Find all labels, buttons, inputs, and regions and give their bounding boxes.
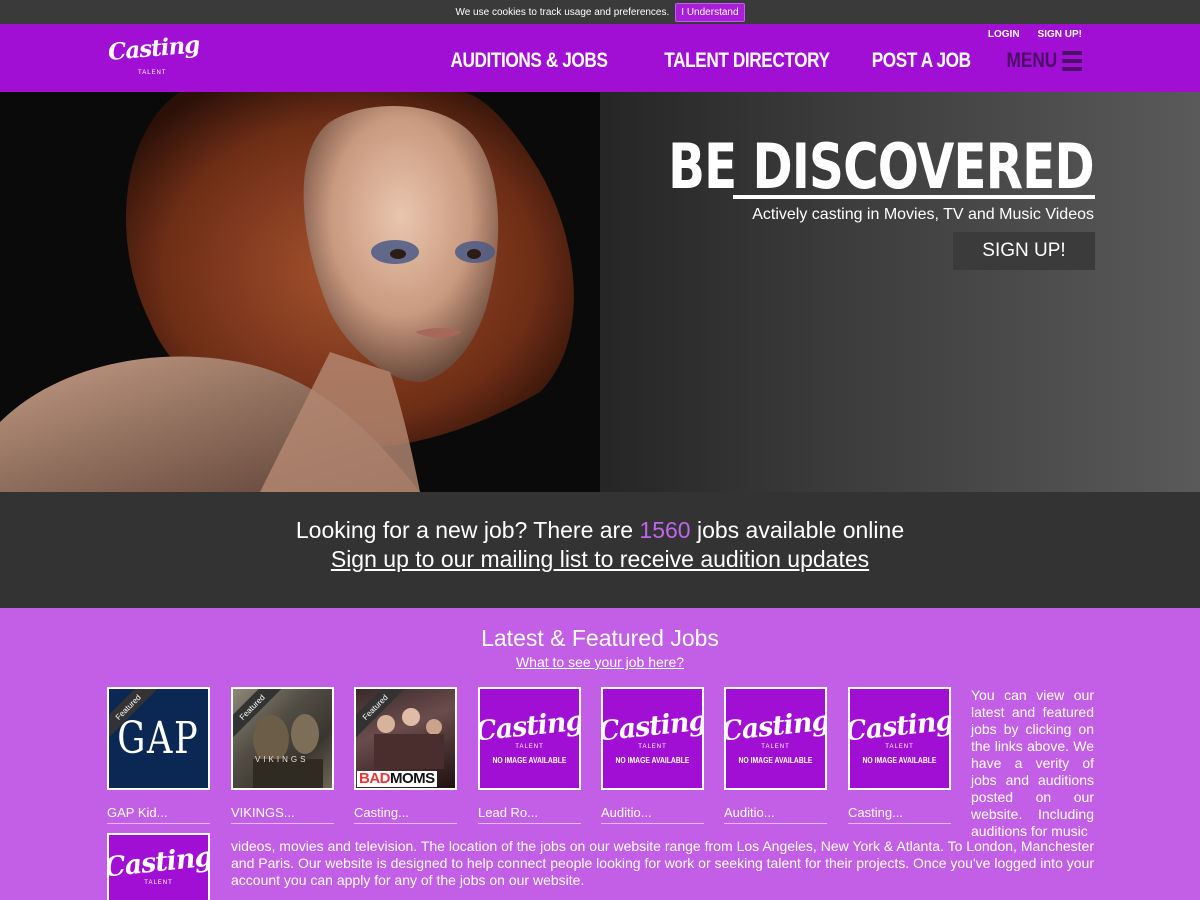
placeholder-logo-sub: TALENT — [885, 743, 914, 750]
placeholder-logo-sub: TALENT — [515, 743, 544, 750]
hero-title-underline — [733, 195, 1095, 199]
login-link[interactable]: LOGIN — [988, 29, 1020, 40]
placeholder-logo-script: Casting — [107, 841, 210, 884]
site-header: Casting TALENT LOGIN SIGN UP! AUDITIONS … — [0, 24, 1200, 92]
job-thumbnail-placeholder[interactable]: Casting TALENT NO IMAGE AVAILABLE — [478, 687, 581, 790]
job-thumbnail[interactable]: VIKINGS Featured — [231, 687, 334, 790]
main-nav: AUDITIONS & JOBS TALENT DIRECTORY POST A… — [416, 49, 1082, 73]
bad-moms-logo-part2: MOMS — [390, 769, 435, 787]
menu-label: MENU — [1006, 49, 1058, 72]
hero-subtitle: Actively casting in Movies, TV and Music… — [752, 206, 1094, 223]
job-card[interactable]: Casting TALENT NO IMAGE AVAILABLE Auditi… — [724, 687, 827, 824]
placeholder-logo-script: Casting — [724, 704, 827, 748]
mailing-list-link[interactable]: Sign up to our mailing list to receive a… — [331, 546, 869, 573]
hero-banner: BE DISCOVERED Actively casting in Movies… — [0, 92, 1200, 492]
job-card[interactable]: Casting TALENT NO IMAGE AVAILABLE Castin… — [848, 687, 951, 824]
job-count: 1560 — [639, 517, 691, 543]
job-caption[interactable]: Auditio... — [601, 805, 704, 824]
account-links: LOGIN SIGN UP! — [988, 29, 1082, 40]
job-caption[interactable]: Auditio... — [724, 805, 827, 824]
bad-moms-logo-part1: BAD — [359, 769, 391, 787]
job-caption[interactable]: Casting... — [848, 805, 951, 824]
jobs-available-text: Looking for a new job? There are 1560 jo… — [0, 517, 1200, 544]
job-card[interactable]: VIKINGS Featured VIKINGS... — [231, 687, 334, 824]
job-thumbnail-placeholder[interactable]: Casting TALENT NO IMAGE AVAILABLE — [724, 687, 827, 790]
job-card[interactable]: GAP Featured GAP Kid... — [107, 687, 210, 824]
jobs-available-prefix: Looking for a new job? There are — [295, 517, 640, 543]
bad-moms-logo: BADMOMS — [357, 769, 437, 787]
no-image-label: NO IMAGE AVAILABLE — [738, 755, 813, 765]
job-card[interactable]: Casting TALENT NO IMAGE AVAILABLE Auditi… — [601, 687, 704, 824]
jobs-section-title: Latest & Featured Jobs — [481, 625, 719, 651]
placeholder-logo-script: Casting — [478, 704, 581, 748]
casting-talent-logo[interactable]: Casting TALENT — [106, 31, 201, 80]
cookie-message: We use cookies to track usage and prefer… — [455, 6, 670, 18]
placeholder-logo-sub: TALENT — [144, 880, 173, 886]
jobs-description-side: You can view our latest and featured job… — [971, 687, 1094, 839]
placeholder-logo-sub: TALENT — [761, 743, 790, 750]
job-thumbnail[interactable]: BADMOMS Featured — [354, 687, 457, 790]
no-image-label: NO IMAGE AVAILABLE — [862, 755, 937, 765]
nav-post-a-job[interactable]: POST A JOB — [871, 49, 970, 73]
logo-subtext: TALENT — [138, 70, 167, 76]
jobs-available-suffix: jobs available online — [690, 517, 905, 543]
job-thumbnail-placeholder[interactable]: Casting TALENT NO IMAGE AVAILABLE — [601, 687, 704, 790]
job-thumbnail-placeholder[interactable]: Casting TALENT — [107, 833, 210, 900]
placeholder-logo-script: Casting — [601, 704, 704, 748]
jobs-description-bottom: videos, movies and television. The locat… — [231, 838, 1094, 888]
placeholder-logo-script: Casting — [848, 704, 951, 748]
job-caption[interactable]: Casting... — [354, 805, 457, 824]
no-image-label: NO IMAGE AVAILABLE — [615, 755, 690, 765]
no-image-label: NO IMAGE AVAILABLE — [492, 755, 567, 765]
nav-talent-directory[interactable]: TALENT DIRECTORY — [664, 49, 830, 73]
nav-auditions-jobs[interactable]: AUDITIONS & JOBS — [451, 49, 608, 73]
job-caption[interactable]: Lead Ro... — [478, 805, 581, 824]
job-card[interactable]: Casting TALENT — [107, 833, 210, 900]
cookie-accept-button[interactable]: I Understand — [675, 2, 745, 22]
gap-logo: GAP — [117, 713, 200, 764]
job-thumbnail-placeholder[interactable]: Casting TALENT NO IMAGE AVAILABLE — [848, 687, 951, 790]
job-caption[interactable]: VIKINGS... — [231, 805, 334, 824]
cookie-banner: We use cookies to track usage and prefer… — [0, 0, 1200, 24]
hero-title: BE DISCOVERED — [668, 130, 1095, 203]
feature-your-job-link[interactable]: What to see your job here? — [516, 654, 684, 670]
logo-script-text: Casting — [106, 31, 201, 66]
jobs-section-link-row: What to see your job here? — [0, 654, 1200, 670]
hero-model-image — [0, 92, 600, 492]
menu-button[interactable]: MENU — [1007, 49, 1082, 73]
job-thumbnail[interactable]: GAP Featured — [107, 687, 210, 790]
placeholder-logo-sub: TALENT — [638, 743, 667, 750]
job-card[interactable]: BADMOMS Featured Casting... — [354, 687, 457, 824]
jobs-info-band: Looking for a new job? There are 1560 jo… — [0, 492, 1200, 608]
hero-signup-button[interactable]: SIGN UP! — [953, 232, 1095, 270]
job-card[interactable]: Casting TALENT NO IMAGE AVAILABLE Lead R… — [478, 687, 581, 824]
signup-link[interactable]: SIGN UP! — [1038, 29, 1082, 40]
vikings-logo: VIKINGS — [255, 755, 309, 764]
job-caption[interactable]: GAP Kid... — [107, 805, 210, 824]
hamburger-icon — [1062, 51, 1082, 71]
